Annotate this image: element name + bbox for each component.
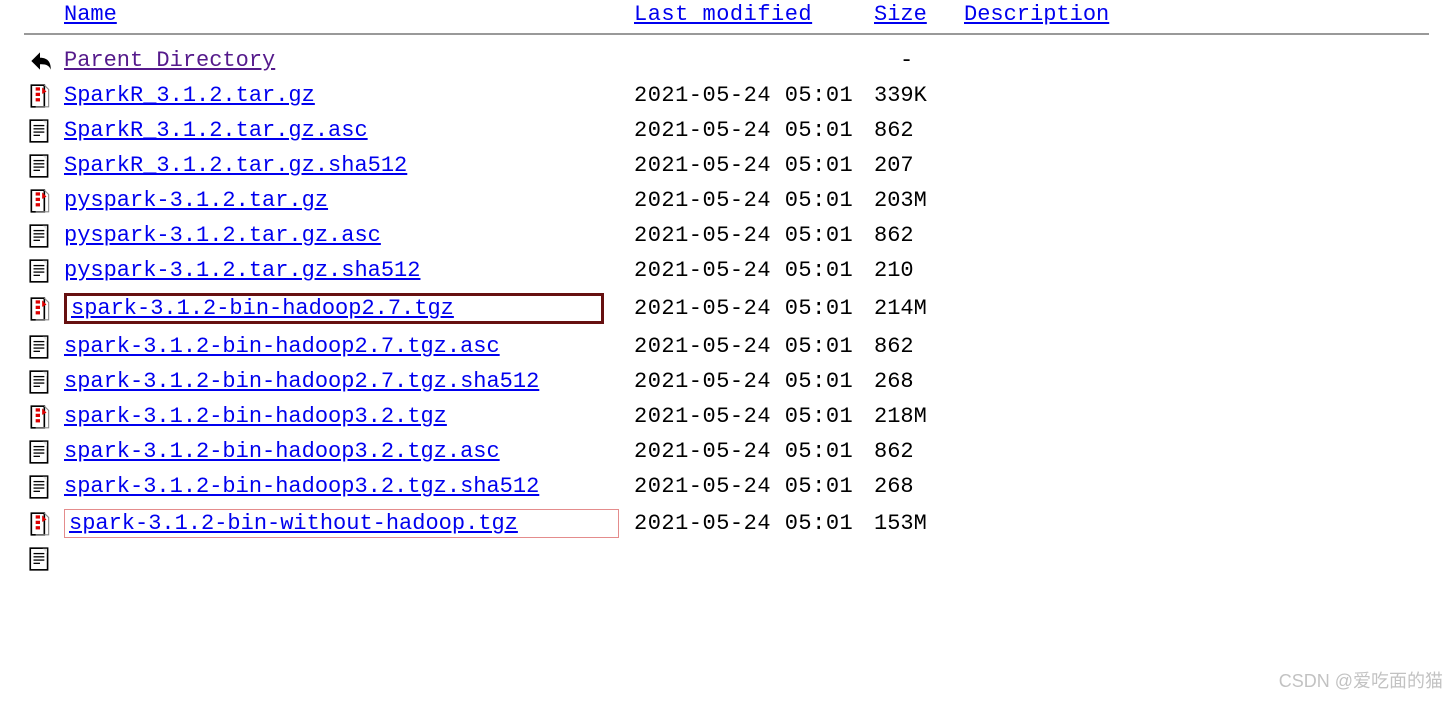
file-description [960,288,1433,329]
file-link[interactable]: spark-3.1.2-bin-hadoop3.2.tgz.sha512 [64,474,539,499]
highlight-box-light: spark-3.1.2-bin-without-hadoop.tgz [64,509,619,538]
file-size: 207 [870,148,960,183]
text-file-icon [27,439,53,465]
header-size[interactable]: Size [874,2,927,27]
file-modified: 2021-05-24 05:01 [630,113,870,148]
file-size: 862 [870,329,960,364]
file-link[interactable]: spark-3.1.2-bin-hadoop2.7.tgz.sha512 [64,369,539,394]
file-description [960,434,1433,469]
file-link[interactable]: spark-3.1.2-bin-hadoop2.7.tgz.asc [64,334,500,359]
header-name[interactable]: Name [64,2,117,27]
file-size: 268 [870,364,960,399]
file-modified: 2021-05-24 05:01 [630,504,870,543]
table-row: spark-3.1.2-bin-hadoop3.2.tgz 2021-05-24 … [20,399,1433,434]
file-modified: 2021-05-24 05:01 [630,148,870,183]
file-link[interactable]: SparkR_3.1.2.tar.gz.asc [64,118,368,143]
file-size: 203M [870,183,960,218]
parent-directory-row: Parent Directory - [20,43,1433,78]
file-description [960,113,1433,148]
file-description [960,78,1433,113]
file-description [960,329,1433,364]
header-description[interactable]: Description [964,2,1109,27]
table-row: spark-3.1.2-bin-hadoop3.2.tgz.asc 2021-05… [20,434,1433,469]
file-size: 214M [870,288,960,329]
file-link[interactable]: SparkR_3.1.2.tar.gz.sha512 [64,153,407,178]
archive-icon [27,83,53,109]
file-modified: 2021-05-24 05:01 [630,399,870,434]
file-modified: 2021-05-24 05:01 [630,329,870,364]
table-row: spark-3.1.2-bin-hadoop3.2.tgz.sha512 2021… [20,469,1433,504]
table-row: pyspark-3.1.2.tar.gz.asc 2021-05-24 05:01… [20,218,1433,253]
file-size: 862 [870,113,960,148]
file-modified: 2021-05-24 05:01 [630,218,870,253]
text-file-icon [27,369,53,395]
file-size: 339K [870,78,960,113]
highlight-box-dark: spark-3.1.2-bin-hadoop2.7.tgz [64,293,604,324]
file-link[interactable]: spark-3.1.2-bin-hadoop3.2.tgz [64,404,447,429]
header-divider [24,33,1429,35]
file-modified: 2021-05-24 05:01 [630,78,870,113]
file-modified: 2021-05-24 05:01 [630,434,870,469]
file-modified: 2021-05-24 05:01 [630,253,870,288]
file-link[interactable]: pyspark-3.1.2.tar.gz.asc [64,223,381,248]
file-size: 862 [870,218,960,253]
parent-directory-link[interactable]: Parent Directory [64,48,275,73]
file-description [960,399,1433,434]
file-modified: 2021-05-24 05:01 [630,183,870,218]
back-icon [27,48,53,74]
table-row: spark-3.1.2-bin-hadoop2.7.tgz.asc 2021-05… [20,329,1433,364]
file-description [960,364,1433,399]
file-description [960,504,1433,543]
file-size: 218M [870,399,960,434]
text-file-icon [27,153,53,179]
file-link[interactable]: pyspark-3.1.2.tar.gz [64,188,328,213]
parent-size: - [870,43,960,78]
file-description [960,148,1433,183]
archive-icon [27,296,53,322]
text-file-icon [27,334,53,360]
archive-icon [27,511,53,537]
table-row [20,543,1433,575]
table-row: SparkR_3.1.2.tar.gz.sha512 2021-05-24 05:… [20,148,1433,183]
file-description [960,253,1433,288]
text-file-icon [27,118,53,144]
file-link[interactable]: spark-3.1.2-bin-hadoop2.7.tgz [71,296,454,321]
file-description [960,218,1433,253]
table-row: SparkR_3.1.2.tar.gz.asc 2021-05-24 05:018… [20,113,1433,148]
table-row: SparkR_3.1.2.tar.gz 2021-05-24 05:01339K [20,78,1433,113]
table-row: spark-3.1.2-bin-without-hadoop.tgz 2021-0… [20,504,1433,543]
text-file-icon [27,258,53,284]
text-file-icon [27,546,53,572]
file-link[interactable]: pyspark-3.1.2.tar.gz.sha512 [64,258,420,283]
file-modified: 2021-05-24 05:01 [630,364,870,399]
file-description [960,469,1433,504]
table-row: spark-3.1.2-bin-hadoop2.7.tgz.sha512 2021… [20,364,1433,399]
file-link[interactable]: spark-3.1.2-bin-hadoop3.2.tgz.asc [64,439,500,464]
archive-icon [27,188,53,214]
table-row: pyspark-3.1.2.tar.gz.sha512 2021-05-24 05… [20,253,1433,288]
file-modified: 2021-05-24 05:01 [630,469,870,504]
file-size: 210 [870,253,960,288]
header-modified[interactable]: Last modified [634,2,812,27]
file-modified: 2021-05-24 05:01 [630,288,870,329]
table-row: spark-3.1.2-bin-hadoop2.7.tgz 2021-05-24 … [20,288,1433,329]
table-row: pyspark-3.1.2.tar.gz 2021-05-24 05:01203M [20,183,1433,218]
file-size: 268 [870,469,960,504]
text-file-icon [27,223,53,249]
watermark: CSDN @爱吃面的猫 [1279,667,1443,693]
file-size: 153M [870,504,960,543]
file-description [960,183,1433,218]
file-link[interactable]: spark-3.1.2-bin-without-hadoop.tgz [69,511,518,536]
text-file-icon [27,474,53,500]
file-size: 862 [870,434,960,469]
file-listing-table: Name Last modified Size Description Pare… [20,0,1433,575]
parent-modified [630,43,870,78]
archive-icon [27,404,53,430]
file-link[interactable]: SparkR_3.1.2.tar.gz [64,83,315,108]
